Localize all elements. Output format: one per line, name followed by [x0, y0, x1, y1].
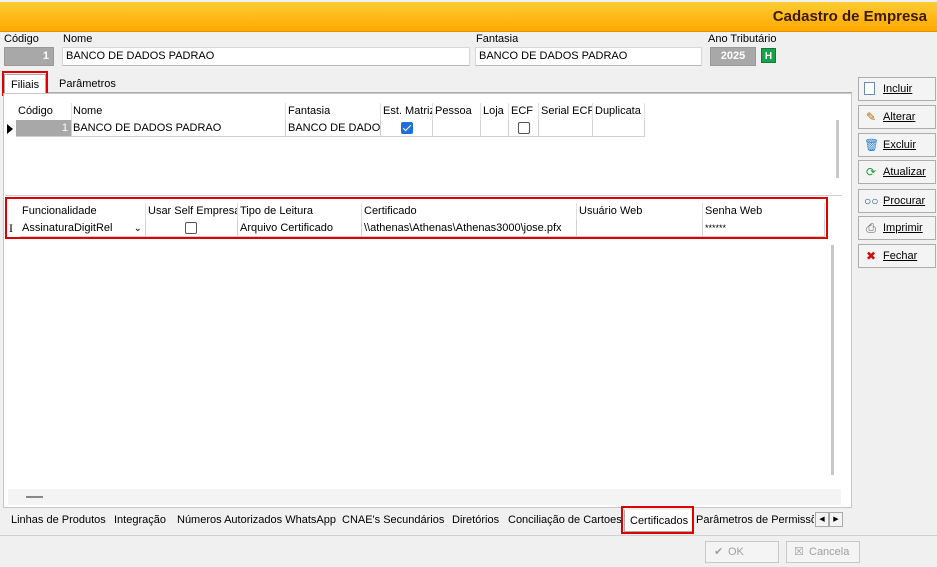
tab-integracao[interactable]: Integração [114, 511, 166, 529]
col-pessoa[interactable]: Pessoa [433, 103, 481, 120]
tab-cnae-secundarios[interactable]: CNAE's Secundários [342, 511, 444, 529]
printer-icon: ⎙ [866, 221, 876, 235]
window-title: Cadastro de Empresa [772, 8, 927, 25]
cell-senha-web[interactable]: ****** [703, 220, 825, 237]
excluir-button[interactable]: 🗑 Excluir [858, 133, 936, 157]
col-usar-self-empresa[interactable]: Usar Self Empresa [146, 203, 238, 220]
certificados-grid: Funcionalidade Usar Self Empresa Tipo de… [7, 203, 827, 237]
tab-parametros-permissoes[interactable]: Parâmetros de Permissõe [696, 511, 814, 529]
fantasia-field[interactable]: BANCO DE DADOS PADRAO [475, 47, 702, 66]
col-est-matriz[interactable]: Est. Matriz [381, 103, 433, 120]
cell-codigo[interactable]: 1 [16, 120, 72, 137]
tab-linhas-produtos[interactable]: Linhas de Produtos [11, 511, 106, 529]
edit-icon: ✎ [865, 110, 877, 124]
cell-fantasia[interactable]: BANCO DE DADOS PADRAO [286, 120, 381, 137]
col-codigo[interactable]: Código [16, 103, 72, 120]
filiais-grid: Código Nome Fantasia Est. Matriz Pessoa … [5, 103, 645, 139]
tab-scroll-right-icon[interactable]: ▶ [829, 512, 843, 527]
nome-label: Nome [63, 33, 93, 45]
cancel-icon: ☒ [794, 546, 804, 558]
new-document-icon [864, 82, 875, 95]
col-ecf[interactable]: ECF [509, 103, 539, 120]
tab-certificados[interactable]: Certificados [624, 510, 695, 532]
fantasia-label: Fantasia [476, 33, 519, 45]
nome-field[interactable]: BANCO DE DADOS PADRAO [62, 47, 470, 66]
fechar-label: Fechar [883, 250, 918, 262]
col-usuario-web[interactable]: Usuário Web [577, 203, 703, 220]
cancela-label: Cancela [809, 546, 850, 558]
cell-usar-self-empresa[interactable] [146, 220, 238, 237]
cell-nome[interactable]: BANCO DE DADOS PADRAO [71, 120, 286, 137]
close-window-icon: ✖ [865, 249, 877, 263]
atualizar-label: Atualizar [883, 166, 926, 178]
codigo-field[interactable]: 1 [4, 47, 54, 66]
cell-serial-ecf[interactable] [539, 120, 593, 137]
imprimir-button[interactable]: ⎙ Imprimir [858, 216, 936, 240]
alterar-label: Alterar [883, 111, 916, 123]
row-indicator-icon [7, 124, 13, 134]
atualizar-button[interactable]: ⟳ Atualizar [858, 160, 936, 184]
main-panel [3, 93, 852, 508]
alterar-button[interactable]: ✎ Alterar [858, 105, 936, 129]
filiais-scrollbar[interactable] [836, 120, 839, 178]
tab-parametros[interactable]: Parâmetros [53, 74, 122, 94]
grid-splitter[interactable] [5, 195, 842, 196]
col-loja[interactable]: Loja [481, 103, 509, 120]
imprimir-label: Imprimir [883, 222, 923, 234]
ok-label: OK [728, 546, 744, 558]
usar-self-empresa-checkbox[interactable] [185, 222, 197, 234]
procurar-button[interactable]: ○○ Procurar [858, 189, 936, 213]
footer-divider [0, 535, 937, 536]
col-funcionalidade[interactable]: Funcionalidade [20, 203, 146, 220]
check-icon: ✔ [714, 546, 724, 558]
col-certificado[interactable]: Certificado [362, 203, 577, 220]
incluir-button[interactable]: Incluir [858, 77, 936, 101]
ano-history-button[interactable]: H [761, 48, 776, 63]
col-duplicata[interactable]: Duplicata [593, 103, 645, 120]
codigo-label: Código [4, 33, 39, 45]
horizontal-scrollbar[interactable] [8, 489, 841, 505]
ano-tributario-label: Ano Tributário [708, 33, 777, 45]
tab-conciliacao-cartoes[interactable]: Conciliação de Cartoes [508, 511, 622, 529]
edit-cursor-icon: I [9, 221, 13, 235]
cell-certificado[interactable]: \\athenas\Athenas\Athenas3000\jose.pfx [362, 220, 577, 237]
cell-est-matriz[interactable] [381, 120, 433, 137]
tab-numeros-whatsapp[interactable]: Números Autorizados WhatsApp [177, 511, 336, 529]
col-nome[interactable]: Nome [71, 103, 286, 120]
cell-tipo-leitura[interactable]: Arquivo Certificado [238, 220, 362, 237]
cell-pessoa[interactable] [433, 120, 481, 137]
tab-scroll-left-icon[interactable]: ◀ [815, 512, 829, 527]
col-senha-web[interactable]: Senha Web [703, 203, 825, 220]
excluir-label: Excluir [883, 139, 917, 151]
ok-button[interactable]: ✔ OK [705, 541, 779, 563]
binoculars-icon: ○○ [864, 194, 879, 208]
funcionalidade-value: AssinaturaDigitRel [22, 222, 113, 234]
col-tipo-leitura[interactable]: Tipo de Leitura [238, 203, 362, 220]
certificados-scrollbar[interactable] [831, 245, 834, 475]
cell-loja[interactable] [481, 120, 509, 137]
title-bar: Cadastro de Empresa [0, 2, 937, 32]
est-matriz-checkbox[interactable] [401, 122, 413, 134]
col-fantasia[interactable]: Fantasia [286, 103, 381, 120]
ecf-checkbox[interactable] [518, 122, 530, 134]
tab-filiais[interactable]: Filiais [4, 74, 47, 94]
cell-ecf[interactable] [509, 120, 539, 137]
cell-usuario-web[interactable] [577, 220, 703, 237]
cancela-button[interactable]: ☒ Cancela [786, 541, 860, 563]
tab-diretorios[interactable]: Diretórios [452, 511, 499, 529]
cell-duplicata[interactable] [593, 120, 645, 137]
delete-icon: 🗑 [864, 138, 880, 152]
ano-tributario-field[interactable]: 2025 [710, 47, 756, 66]
chevron-down-icon[interactable]: ⌄ [134, 220, 142, 236]
scroll-thumb[interactable] [26, 496, 43, 498]
incluir-label: Incluir [883, 83, 913, 95]
fechar-button[interactable]: ✖ Fechar [858, 244, 936, 268]
cell-funcionalidade[interactable]: AssinaturaDigitRel ⌄ [20, 220, 146, 237]
refresh-icon: ⟳ [865, 165, 877, 179]
col-serial-ecf[interactable]: Serial ECF [539, 103, 593, 120]
procurar-label: Procurar [883, 195, 926, 207]
